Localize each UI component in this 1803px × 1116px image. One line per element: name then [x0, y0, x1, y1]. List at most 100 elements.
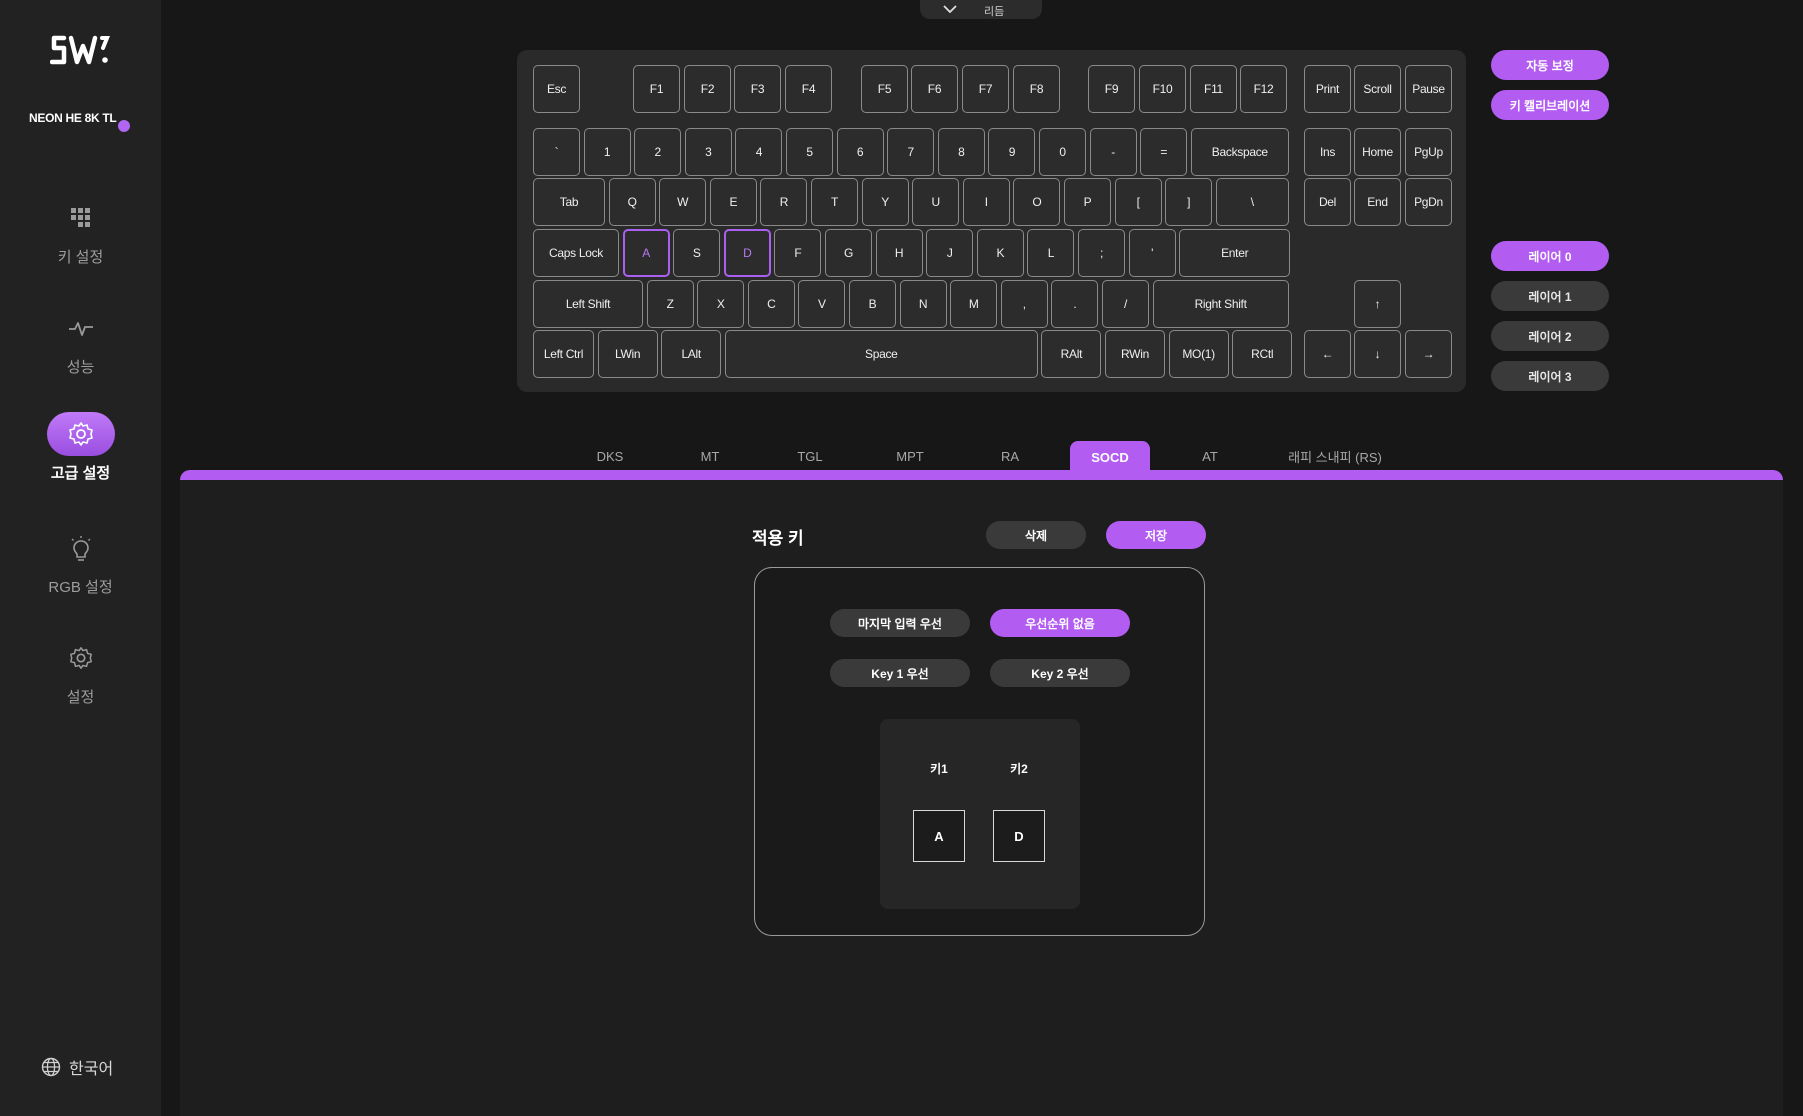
key-c[interactable]: C	[747, 280, 795, 328]
language-selector[interactable]: 한국어	[41, 1055, 113, 1079]
key-i[interactable]: I	[962, 178, 1010, 226]
key-pause[interactable]: Pause	[1405, 65, 1452, 113]
key-rwin[interactable]: RWin	[1105, 330, 1165, 378]
key-backspace[interactable]: Backspace	[1190, 128, 1289, 176]
key--[interactable]: ]	[1165, 178, 1213, 226]
key1-slot[interactable]: A	[913, 810, 965, 862]
tab-mt[interactable]: MT	[680, 441, 740, 471]
key-lalt[interactable]: LAlt	[661, 330, 722, 378]
key-f2[interactable]: F2	[684, 65, 731, 113]
key--[interactable]: \	[1215, 178, 1289, 226]
key-p[interactable]: P	[1064, 178, 1111, 226]
layer-0-button[interactable]: 레이어 0	[1491, 241, 1609, 271]
nav-settings[interactable]: 설정	[0, 636, 161, 707]
key-f9[interactable]: F9	[1088, 65, 1135, 113]
key--[interactable]: [	[1114, 178, 1162, 226]
key--[interactable]: ,	[1000, 280, 1048, 328]
key-u[interactable]: U	[912, 178, 960, 226]
key--[interactable]: ←	[1304, 330, 1351, 378]
key1-priority-button[interactable]: Key 1 우선	[830, 659, 970, 687]
key-0[interactable]: 0	[1039, 128, 1086, 176]
key-left-ctrl[interactable]: Left Ctrl	[533, 330, 594, 378]
nav-performance[interactable]: 성능	[0, 306, 161, 377]
key-pgup[interactable]: PgUp	[1405, 128, 1452, 176]
key-f11[interactable]: F11	[1190, 65, 1237, 113]
key-f6[interactable]: F6	[911, 65, 958, 113]
key-f[interactable]: F	[774, 229, 822, 277]
key-mo-1-[interactable]: MO(1)	[1168, 330, 1229, 378]
tab-rapid-snappy[interactable]: 래피 스내피 (RS)	[1270, 441, 1400, 471]
key-e[interactable]: E	[709, 178, 757, 226]
key-print[interactable]: Print	[1304, 65, 1351, 113]
key-o[interactable]: O	[1013, 178, 1061, 226]
key--[interactable]: /	[1102, 280, 1149, 328]
key-f1[interactable]: F1	[633, 65, 680, 113]
key--[interactable]: '	[1128, 229, 1176, 277]
key-3[interactable]: 3	[684, 128, 732, 176]
tab-dks[interactable]: DKS	[580, 441, 640, 471]
key-esc[interactable]: Esc	[533, 65, 580, 113]
key-right-shift[interactable]: Right Shift	[1152, 280, 1289, 328]
tab-tgl[interactable]: TGL	[780, 441, 840, 471]
tab-socd[interactable]: SOCD	[1070, 441, 1150, 473]
key--[interactable]: =	[1140, 128, 1188, 176]
key-g[interactable]: G	[825, 229, 872, 277]
key-k[interactable]: K	[976, 229, 1024, 277]
key-f4[interactable]: F4	[785, 65, 832, 113]
key-b[interactable]: B	[849, 280, 896, 328]
key-d[interactable]: D	[723, 229, 771, 277]
layer-3-button[interactable]: 레이어 3	[1491, 361, 1609, 391]
key-left-shift[interactable]: Left Shift	[533, 280, 643, 328]
key-q[interactable]: Q	[608, 178, 656, 226]
key-y[interactable]: Y	[861, 178, 909, 226]
key-w[interactable]: W	[659, 178, 707, 226]
key--[interactable]: ↓	[1354, 330, 1401, 378]
tab-at[interactable]: AT	[1180, 441, 1240, 471]
key-pgdn[interactable]: PgDn	[1405, 178, 1452, 226]
key-home[interactable]: Home	[1354, 128, 1401, 176]
key--[interactable]: `	[533, 128, 580, 176]
key-calibration-button[interactable]: 키 캘리브레이션	[1491, 90, 1609, 120]
layer-2-button[interactable]: 레이어 2	[1491, 321, 1609, 351]
key-x[interactable]: X	[697, 280, 745, 328]
tab-ra[interactable]: RA	[980, 441, 1040, 471]
key-ralt[interactable]: RAlt	[1041, 330, 1102, 378]
key-f3[interactable]: F3	[734, 65, 781, 113]
key--[interactable]: .	[1051, 280, 1099, 328]
key-scroll[interactable]: Scroll	[1354, 65, 1401, 113]
key-2[interactable]: 2	[634, 128, 682, 176]
key-9[interactable]: 9	[988, 128, 1036, 176]
key-r[interactable]: R	[760, 178, 808, 226]
key-8[interactable]: 8	[937, 128, 985, 176]
key-v[interactable]: V	[798, 280, 846, 328]
no-priority-button[interactable]: 우선순위 없음	[990, 609, 1130, 637]
rhythm-pulldown-tab[interactable]: 리듬	[920, 0, 1042, 19]
key2-priority-button[interactable]: Key 2 우선	[990, 659, 1130, 687]
key-space[interactable]: Space	[724, 330, 1038, 378]
nav-key-settings[interactable]: 키 설정	[0, 196, 161, 267]
key-f7[interactable]: F7	[962, 65, 1009, 113]
key-4[interactable]: 4	[735, 128, 783, 176]
key-caps-lock[interactable]: Caps Lock	[533, 229, 619, 277]
last-input-priority-button[interactable]: 마지막 입력 우선	[830, 609, 970, 637]
nav-advanced-settings[interactable]: 고급 설정	[0, 412, 161, 483]
key-s[interactable]: S	[673, 229, 721, 277]
key-z[interactable]: Z	[646, 280, 694, 328]
key-7[interactable]: 7	[887, 128, 935, 176]
key-end[interactable]: End	[1354, 178, 1401, 226]
key-rctl[interactable]: RCtl	[1232, 330, 1293, 378]
key-del[interactable]: Del	[1304, 178, 1351, 226]
auto-calibrate-button[interactable]: 자동 보정	[1491, 50, 1609, 80]
key--[interactable]: ;	[1078, 229, 1125, 277]
key-t[interactable]: T	[811, 178, 858, 226]
key--[interactable]: -	[1089, 128, 1137, 176]
key-5[interactable]: 5	[786, 128, 833, 176]
key-l[interactable]: L	[1027, 229, 1075, 277]
key--[interactable]: ↑	[1354, 280, 1401, 328]
key-6[interactable]: 6	[836, 128, 884, 176]
save-button[interactable]: 저장	[1106, 521, 1206, 549]
key-n[interactable]: N	[899, 280, 947, 328]
key-lwin[interactable]: LWin	[597, 330, 658, 378]
key--[interactable]: →	[1405, 330, 1452, 378]
key-f10[interactable]: F10	[1139, 65, 1186, 113]
